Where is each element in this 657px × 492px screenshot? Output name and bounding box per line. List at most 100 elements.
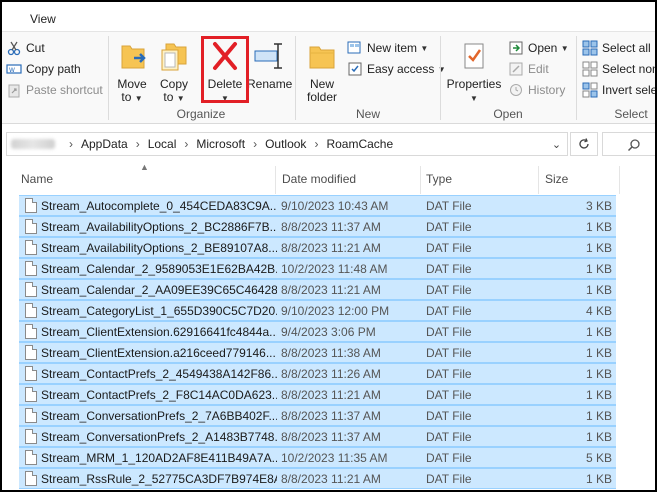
- select-all-button[interactable]: Select all: [582, 38, 651, 58]
- select-none-button[interactable]: Select non: [582, 59, 655, 79]
- delete-highlight-box: [201, 36, 249, 103]
- address-row: › AppData › Local › Microsoft › Outlook …: [2, 124, 655, 162]
- file-name: Stream_Calendar_2_AA09EE39C65C46428...: [41, 283, 277, 297]
- chevron-down-icon: ▼: [470, 94, 478, 103]
- file-name: Stream_AvailabilityOptions_2_BC2886F7B..…: [41, 220, 277, 234]
- file-name: Stream_ClientExtension.62916641fc4844a..…: [41, 325, 277, 339]
- file-size: 1 KB: [585, 409, 612, 423]
- menu-strip: View: [2, 2, 655, 32]
- file-row[interactable]: Stream_ContactPrefs_2_4549438A142F86... 8…: [19, 363, 616, 384]
- cut-button[interactable]: Cut: [6, 38, 45, 58]
- file-name: Stream_CategoryList_1_655D390C5C7D20...: [41, 304, 277, 318]
- file-row[interactable]: Stream_Autocomplete_0_454CEDA83C9A... 9/1…: [19, 195, 616, 216]
- edit-button[interactable]: Edit: [508, 59, 549, 79]
- file-name: Stream_AvailabilityOptions_2_BE89107A8..…: [41, 241, 277, 255]
- file-icon: [25, 324, 37, 339]
- breadcrumb-microsoft[interactable]: Microsoft: [196, 137, 245, 151]
- file-row[interactable]: Stream_AvailabilityOptions_2_BC2886F7B..…: [19, 216, 616, 237]
- file-type: DAT File: [426, 472, 472, 486]
- column-divider[interactable]: [538, 166, 539, 194]
- blurred-breadcrumb: [11, 139, 55, 149]
- organize-group-label: Organize: [176, 107, 226, 121]
- breadcrumb-roamcache[interactable]: RoamCache: [326, 137, 393, 151]
- easy-access-button[interactable]: Easy access ▼: [347, 59, 446, 79]
- new-folder-button[interactable]: New folder: [302, 38, 342, 104]
- properties-button[interactable]: Properties ▼: [446, 38, 502, 105]
- chevron-right-icon[interactable]: ›: [253, 137, 257, 151]
- file-row[interactable]: Stream_ConversationPrefs_2_7A6BB402F... 8…: [19, 405, 616, 426]
- refresh-button[interactable]: [570, 132, 598, 156]
- chevron-right-icon[interactable]: ›: [314, 137, 318, 151]
- file-row[interactable]: Stream_ContactPrefs_2_F8C14AC0DA623... 8/…: [19, 384, 616, 405]
- open-button[interactable]: Open ▼: [508, 38, 569, 58]
- file-row[interactable]: Stream_CategoryList_1_655D390C5C7D20... 9…: [19, 300, 616, 321]
- rename-button[interactable]: Rename: [247, 38, 292, 91]
- file-type: DAT File: [426, 409, 472, 423]
- select-none-icon: [582, 61, 598, 77]
- breadcrumb-appdata[interactable]: AppData: [81, 137, 128, 151]
- file-row[interactable]: Stream_ClientExtension.a216ceed779146...…: [19, 342, 616, 363]
- new-item-button[interactable]: New item ▼: [347, 38, 428, 58]
- file-type: DAT File: [426, 241, 472, 255]
- file-size: 1 KB: [585, 241, 612, 255]
- file-type: DAT File: [426, 388, 472, 402]
- chevron-right-icon[interactable]: ›: [136, 137, 140, 151]
- file-size: 1 KB: [585, 388, 612, 402]
- file-type: DAT File: [426, 262, 472, 276]
- chevron-right-icon[interactable]: ›: [69, 137, 73, 151]
- copy-to-button[interactable]: Copy to ▼: [154, 38, 194, 105]
- column-divider[interactable]: [619, 166, 620, 194]
- invert-selection-button[interactable]: Invert selec: [582, 80, 655, 100]
- file-row[interactable]: Stream_Calendar_2_AA09EE39C65C46428... 8/…: [19, 279, 616, 300]
- column-header-date[interactable]: Date modified: [282, 172, 356, 186]
- file-type: DAT File: [426, 346, 472, 360]
- move-to-button[interactable]: Move to ▼: [112, 38, 152, 105]
- tab-view[interactable]: View: [30, 12, 56, 26]
- column-header-type[interactable]: Type: [426, 172, 452, 186]
- paste-shortcut-button[interactable]: Paste shortcut: [6, 80, 103, 100]
- group-separator: [576, 36, 577, 120]
- file-size: 1 KB: [585, 325, 612, 339]
- chevron-right-icon[interactable]: ›: [184, 137, 188, 151]
- file-row[interactable]: Stream_ClientExtension.62916641fc4844a..…: [19, 321, 616, 342]
- file-type: DAT File: [426, 220, 472, 234]
- search-input[interactable]: [602, 132, 655, 156]
- breadcrumb-outlook[interactable]: Outlook: [265, 137, 306, 151]
- history-icon: [508, 82, 524, 98]
- open-icon: [508, 40, 524, 56]
- file-type: DAT File: [426, 199, 472, 213]
- file-name: Stream_ContactPrefs_2_F8C14AC0DA623...: [41, 388, 277, 402]
- file-size: 1 KB: [585, 283, 612, 297]
- column-header-name[interactable]: Name: [21, 172, 53, 186]
- group-separator: [108, 36, 109, 120]
- folder-icon: [304, 38, 340, 74]
- file-icon: [25, 303, 37, 318]
- select-all-icon: [582, 40, 598, 56]
- file-date: 9/10/2023 10:43 AM: [281, 199, 389, 213]
- file-row[interactable]: Stream_ConversationPrefs_2_A1483B7748...…: [19, 426, 616, 447]
- address-bar[interactable]: › AppData › Local › Microsoft › Outlook …: [6, 132, 568, 156]
- file-name: Stream_RssRule_2_52775CA3DF7B974E8A...: [41, 472, 277, 486]
- file-type: DAT File: [426, 367, 472, 381]
- edit-icon: [508, 61, 524, 77]
- address-dropdown-icon[interactable]: ⌄: [545, 132, 568, 156]
- file-date: 8/8/2023 11:21 AM: [281, 283, 381, 297]
- file-row[interactable]: Stream_RssRule_2_52775CA3DF7B974E8A... 8/…: [19, 468, 616, 489]
- file-row[interactable]: Stream_Calendar_2_9589053E1E62BA42B... 10…: [19, 258, 616, 279]
- file-name: Stream_ConversationPrefs_2_7A6BB402F...: [41, 409, 277, 423]
- file-row[interactable]: Stream_MRM_1_120AD2AF8E411B49A7A... 10/2/…: [19, 447, 616, 468]
- breadcrumb-local[interactable]: Local: [148, 137, 177, 151]
- history-button[interactable]: History: [508, 80, 565, 100]
- easy-access-icon: [347, 61, 363, 77]
- copy-path-button[interactable]: W Copy path: [6, 59, 81, 79]
- svg-text:W: W: [9, 67, 15, 74]
- column-divider[interactable]: [420, 166, 421, 194]
- file-row[interactable]: Stream_AvailabilityOptions_2_BE89107A8..…: [19, 237, 616, 258]
- scissors-icon: [6, 40, 22, 56]
- file-name: Stream_ContactPrefs_2_4549438A142F86...: [41, 367, 277, 381]
- file-date: 9/10/2023 12:00 PM: [281, 304, 390, 318]
- file-size: 4 KB: [585, 304, 612, 318]
- column-divider[interactable]: [275, 166, 276, 194]
- invert-selection-icon: [582, 82, 598, 98]
- column-header-size[interactable]: Size: [545, 172, 568, 186]
